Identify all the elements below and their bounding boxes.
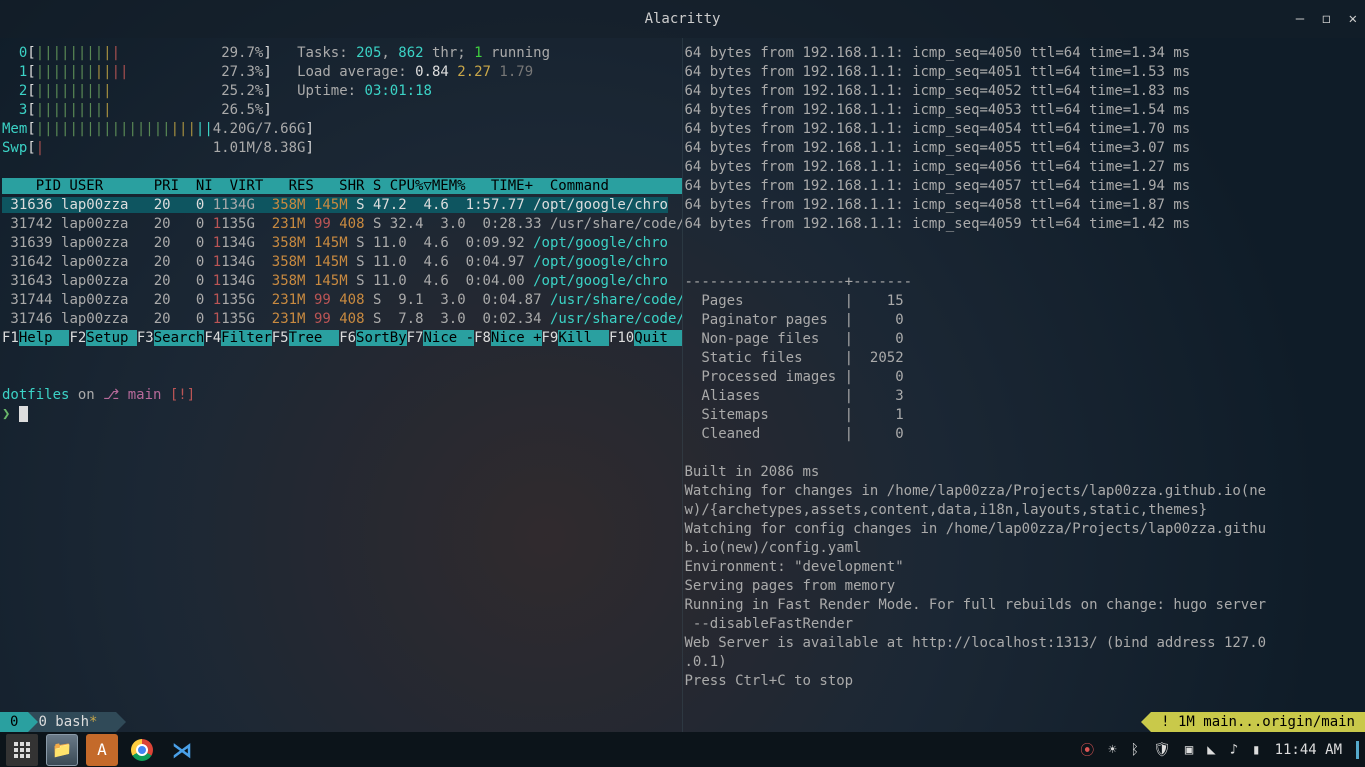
tmux-git-status: ! 1M main...origin/main xyxy=(1151,712,1365,732)
bluetooth-icon[interactable]: ᛒ xyxy=(1131,742,1139,758)
tmux-status-bar: 0 0 bash* ! 1M main...origin/main xyxy=(0,712,1365,732)
maximize-icon[interactable]: ◻ xyxy=(1322,11,1330,27)
system-tray: ⦿ ☀ ᛒ 🛡 ▣ ◣ ♪ ▮ 11:44 AM xyxy=(1080,740,1359,760)
music-icon[interactable]: ♪ xyxy=(1230,742,1238,758)
pane-ping: 64 bytes from 192.168.1.1: icmp_seq=4050… xyxy=(685,44,1364,234)
pane-hugo: -------------------+------- Pages | 15 P… xyxy=(685,254,1364,691)
taskbar[interactable]: 📁 A ⋊ ⦿ ☀ ᛒ 🛡 ▣ ◣ ♪ ▮ 11:44 AM xyxy=(0,732,1365,767)
vscode-icon[interactable]: ⋊ xyxy=(166,734,198,766)
location-icon[interactable]: ⦿ xyxy=(1080,740,1094,760)
chrome-icon[interactable] xyxy=(126,734,158,766)
file-manager-icon[interactable]: 📁 xyxy=(46,734,78,766)
wifi-icon[interactable]: ◣ xyxy=(1207,742,1215,758)
tmux-session[interactable]: 0 xyxy=(0,712,28,732)
battery-icon[interactable]: ▮ xyxy=(1252,742,1260,758)
tmux-window[interactable]: 0 bash* xyxy=(28,712,115,732)
window-titlebar: Alacritty — ◻ ✕ xyxy=(0,0,1365,38)
shield-icon[interactable]: 🛡 xyxy=(1153,742,1171,758)
window-title: Alacritty xyxy=(645,11,721,27)
pane-htop[interactable]: 0[|||||||||| 29.7%] Tasks: 205, 862 thr;… xyxy=(0,38,683,732)
update-icon[interactable]: ▣ xyxy=(1185,742,1193,758)
clock[interactable]: 11:44 AM xyxy=(1275,742,1342,758)
brightness-icon[interactable]: ☀ xyxy=(1108,742,1116,758)
minimize-icon[interactable]: — xyxy=(1296,11,1304,27)
alacritty-icon[interactable]: A xyxy=(86,734,118,766)
pane-right[interactable]: 64 bytes from 192.168.1.1: icmp_seq=4050… xyxy=(683,38,1365,732)
tray-toggle-icon[interactable] xyxy=(1356,741,1359,759)
app-launcher-icon[interactable] xyxy=(6,734,38,766)
close-icon[interactable]: ✕ xyxy=(1349,11,1357,27)
terminal-grid[interactable]: 0[|||||||||| 29.7%] Tasks: 205, 862 thr;… xyxy=(0,38,1365,732)
